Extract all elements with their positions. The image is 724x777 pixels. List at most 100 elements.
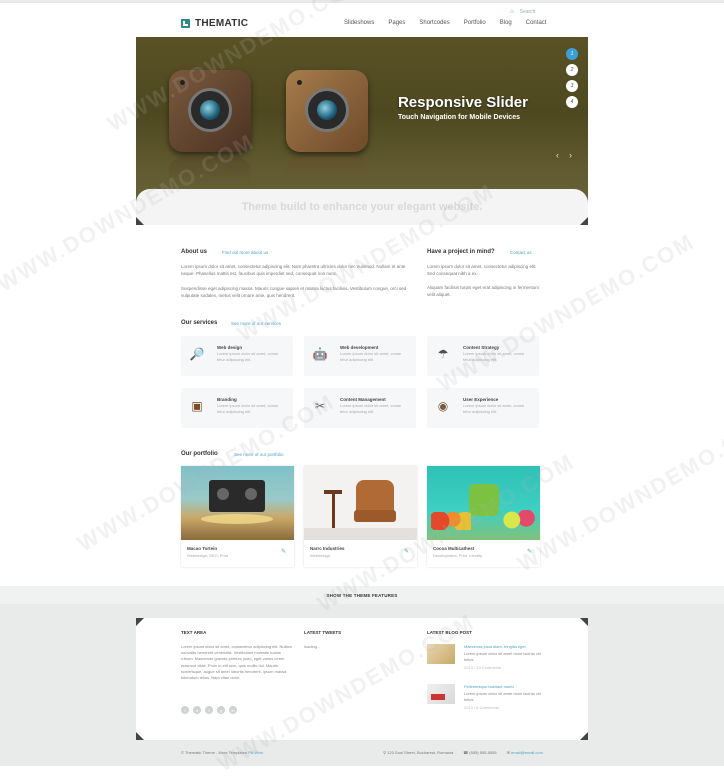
logo-text: THEMATIC: [195, 18, 249, 29]
contact-link[interactable]: Contact us: [510, 250, 532, 255]
service-title: Web design: [217, 345, 243, 350]
nav-item-pages[interactable]: Pages: [388, 20, 405, 26]
camera-app-icon: [286, 70, 368, 152]
service-card[interactable]: 🔎 Web design Lorem ipsum dolor sit amet,…: [181, 336, 293, 376]
text-area-body: Lorem ipsum dolor sit amet, consectetur …: [181, 644, 292, 681]
service-card[interactable]: ◉ User Experience Lorem ipsum dolor sit …: [427, 388, 539, 428]
project-paragraph: Aliquam facilisis turpis eget erat adipi…: [427, 285, 540, 297]
blog-post-meta: 2013 / 8 Comments: [464, 705, 499, 710]
tagline-bar: Theme build to enhance your elegant webs…: [136, 189, 588, 225]
dribbble-icon[interactable]: d: [193, 706, 201, 714]
corner-decoration: [136, 618, 144, 626]
camera-icon: ◉: [437, 399, 449, 413]
service-text: Lorem ipsum dolor sit amet, conse tetur …: [217, 403, 279, 414]
services-link[interactable]: See more of our services: [231, 321, 281, 326]
corner-decoration: [580, 732, 588, 740]
service-card[interactable]: 🤖 Web development Lorem ipsum dolor sit …: [304, 336, 416, 376]
service-title: Branding: [217, 397, 237, 402]
blog-thumbnail[interactable]: [427, 644, 455, 664]
location-pin-icon: ⚲: [383, 750, 387, 755]
slider-subtitle: Touch Navigation for Mobile Devices: [397, 114, 520, 121]
edit-icon[interactable]: ✎: [527, 548, 532, 555]
blog-thumbnail[interactable]: [427, 684, 455, 704]
branding-icon: ▣: [191, 399, 203, 413]
service-text: Lorem ipsum dolor sit amet, conse tetur …: [217, 351, 279, 362]
about-link[interactable]: Find out more about us: [222, 250, 268, 255]
service-title: Content Strategy: [463, 345, 500, 350]
phone-icon: ☎: [463, 750, 469, 755]
portfolio-link[interactable]: See more of our portfolio: [234, 452, 284, 457]
corner-decoration: [136, 732, 144, 740]
service-title: User Experience: [463, 397, 499, 402]
home-icon[interactable]: ⌂: [510, 9, 514, 15]
search-link[interactable]: Search: [520, 9, 536, 15]
tweets-heading: LATEST TWEETS: [304, 630, 342, 635]
email-text[interactable]: email@email.com: [511, 750, 543, 755]
google-icon[interactable]: g: [217, 706, 225, 714]
corner-decoration: [580, 217, 588, 225]
nav-item-blog[interactable]: Blog: [500, 20, 512, 26]
tools-icon: ✂: [314, 399, 326, 413]
umbrella-icon: ☂: [437, 347, 449, 361]
facebook-icon[interactable]: f: [205, 706, 213, 714]
prev-arrow-icon[interactable]: ‹: [556, 150, 559, 160]
address: ⚲ 123 Soul Street, Bucharest, Romania: [383, 750, 453, 755]
nav-item-shortcodes[interactable]: Shortcodes: [419, 20, 449, 26]
top-strip: [0, 0, 724, 3]
portfolio-image: [181, 466, 294, 540]
project-heading: Have a project in mind?: [427, 249, 495, 255]
blog-post-excerpt: Lorem ipsum dolor sit amet dolor lacinia…: [464, 691, 541, 703]
portfolio-title: Narrc Industries: [310, 546, 345, 551]
nav-item-contact[interactable]: Contact: [526, 20, 547, 26]
logo[interactable]: THEMATIC: [181, 18, 248, 29]
portfolio-item[interactable]: Macao Tortein Webdesign, SEO, Print ✎: [181, 466, 294, 567]
email[interactable]: ✉ email@email.com: [507, 750, 543, 755]
blog-heading: LATEST BLOG POST: [427, 630, 472, 635]
services-heading: Our services: [181, 320, 218, 326]
service-card[interactable]: ▣ Branding Lorem ipsum dolor sit amet, c…: [181, 388, 293, 428]
tagline: Theme build to enhance your elegant webs…: [241, 201, 483, 213]
text-area-heading: TEXT AREA: [181, 630, 207, 635]
slider-dot[interactable]: 4: [566, 96, 578, 108]
reflection: [169, 157, 251, 187]
social-icons: t d f g in: [181, 706, 237, 714]
slider-dot[interactable]: 3: [566, 80, 578, 92]
portfolio-item[interactable]: Narrc Industries Webdesign ✎: [304, 466, 417, 567]
project-paragraph: Lorem ipsum dolor sit amet, consectetur …: [427, 264, 537, 276]
portfolio-title: Macao Tortein: [187, 546, 218, 551]
copyright-link[interactable]: Pik Web: [248, 750, 263, 755]
theme-features-toggle[interactable]: SHOW THE THEME FEATURES: [0, 586, 724, 604]
bottom-bar: © Thematic Theme - More Templates Pik We…: [181, 750, 543, 755]
portfolio-image: [304, 466, 417, 540]
service-title: Web development: [340, 345, 379, 350]
envelope-icon: ✉: [506, 750, 511, 755]
portfolio-item[interactable]: Cocoa Multicathest Development, Print, I…: [427, 466, 540, 567]
footer-panel: TEXT AREA Lorem ipsum dolor sit amet, co…: [136, 618, 588, 740]
next-arrow-icon[interactable]: ›: [569, 150, 572, 160]
service-card[interactable]: ☂ Content Strategy Lorem ipsum dolor sit…: [427, 336, 539, 376]
camera-app-icon: [169, 70, 251, 152]
nav-item-slideshows[interactable]: Slideshows: [344, 20, 374, 26]
twitter-icon[interactable]: t: [181, 706, 189, 714]
service-card[interactable]: ✂ Content Management Lorem ipsum dolor s…: [304, 388, 416, 428]
nav-item-portfolio[interactable]: Portfolio: [464, 20, 486, 26]
reflection: [286, 157, 368, 187]
service-text: Lorem ipsum dolor sit amet, conse tetur …: [340, 351, 402, 362]
service-text: Lorem ipsum dolor sit amet, conse tetur …: [463, 403, 525, 414]
phone: ☎ (555) 555-5555: [463, 750, 496, 755]
slider-pagination: 1 2 3 4: [566, 48, 578, 108]
service-text: Lorem ipsum dolor sit amet, conse tetur …: [463, 351, 525, 362]
linkedin-icon[interactable]: in: [229, 706, 237, 714]
slider-dot[interactable]: 1: [566, 48, 578, 60]
blog-post-title[interactable]: Pellentesque habitant morbi: [464, 684, 544, 690]
address-text: 123 Soul Street, Bucharest, Romania: [387, 750, 454, 755]
blog-post-title[interactable]: Maecenas justo diam, fringilla eget: [464, 644, 544, 650]
slider-dot[interactable]: 2: [566, 64, 578, 76]
contact-info: ⚲ 123 Soul Street, Bucharest, Romania ☎ …: [383, 750, 543, 755]
edit-icon[interactable]: ✎: [281, 548, 286, 555]
portfolio-title: Cocoa Multicathest: [433, 546, 475, 551]
robot-icon: 🤖: [312, 347, 328, 361]
about-heading: About us: [181, 249, 207, 255]
edit-icon[interactable]: ✎: [404, 548, 409, 555]
corner-decoration: [580, 618, 588, 626]
